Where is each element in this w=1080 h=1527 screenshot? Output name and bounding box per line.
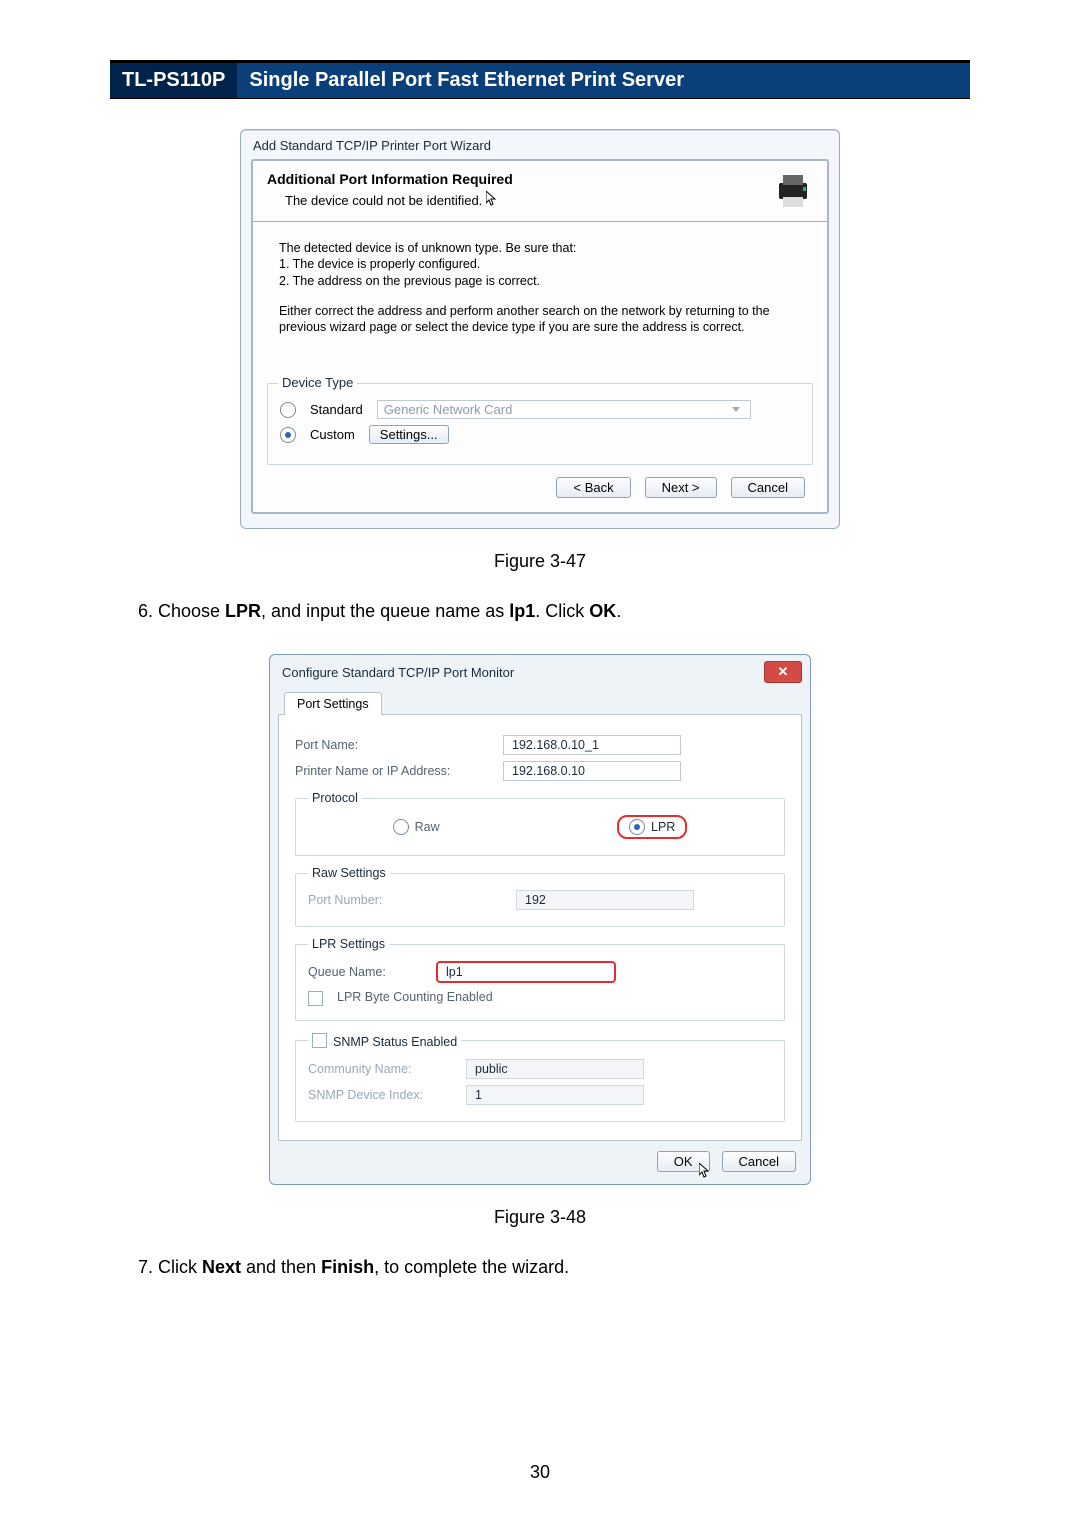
model-badge: TL-PS110P [110,63,237,98]
standard-select: Generic Network Card [377,400,751,419]
snmp-checkbox[interactable] [312,1033,327,1048]
cancel-button[interactable]: Cancel [731,477,805,498]
community-field: public [466,1059,644,1079]
raw-settings-group: Raw Settings Port Number: 192 [295,866,785,927]
port-settings-panel: Port Name: 192.168.0.10_1 Printer Name o… [278,715,802,1141]
device-type-legend: Device Type [278,375,357,390]
port-monitor-dialog: Configure Standard TCP/IP Port Monitor ✕… [269,654,811,1185]
step-6: Choose LPR, and input the queue name as … [158,598,970,626]
lpr-settings-group: LPR Settings Queue Name: lp1 LPR Byte Co… [295,937,785,1021]
settings-button[interactable]: Settings... [369,425,449,444]
cursor-arrow-icon [699,1163,711,1177]
wizard-footer: < Back Next > Cancel [253,477,827,512]
protocol-legend: Protocol [308,791,362,805]
page-number: 30 [0,1462,1080,1483]
queue-name-field[interactable]: lp1 [436,961,616,983]
wizard-dialog: Add Standard TCP/IP Printer Port Wizard … [240,129,840,529]
protocol-group: Protocol Raw LPR [295,791,785,856]
lpr-highlight: LPR [617,815,687,839]
snmp-legend: SNMP Status Enabled [308,1031,461,1049]
raw-label: Raw [415,820,440,834]
port-name-field[interactable]: 192.168.0.10_1 [503,735,681,755]
wizard-heading: Additional Port Information Required [267,171,513,187]
next-button[interactable]: Next > [645,477,717,498]
raw-port-field: 192 [516,890,694,910]
tab-strip: Port Settings [278,691,802,715]
snmp-index-label: SNMP Device Index: [308,1088,458,1102]
radio-custom[interactable] [280,427,296,443]
chevron-down-icon [732,407,740,412]
cancel-button-2[interactable]: Cancel [722,1151,796,1172]
doc-header: TL-PS110P Single Parallel Port Fast Ethe… [110,63,970,98]
community-label: Community Name: [308,1062,458,1076]
snmp-group: SNMP Status Enabled Community Name: publ… [295,1031,785,1122]
lpr-byte-checkbox[interactable] [308,991,323,1006]
radio-standard[interactable] [280,402,296,418]
radio-lpr[interactable] [629,819,645,835]
dialog-title: Configure Standard TCP/IP Port Monitor [282,665,514,680]
snmp-index-field: 1 [466,1085,644,1105]
step-7: Click Next and then Finish, to complete … [158,1254,970,1282]
wizard-body: The detected device is of unknown type. … [253,222,827,357]
raw-port-label: Port Number: [308,893,508,907]
wizard-header: Additional Port Information Required The… [253,161,827,222]
step-6-list: Choose LPR, and input the queue name as … [110,598,970,626]
doc-title: Single Parallel Port Fast Ethernet Print… [237,63,970,98]
ip-address-field[interactable]: 192.168.0.10 [503,761,681,781]
device-type-group: Device Type Standard Generic Network Car… [267,383,813,465]
lpr-byte-label: LPR Byte Counting Enabled [337,990,493,1004]
figure-2-caption: Figure 3-48 [110,1207,970,1228]
close-button[interactable]: ✕ [764,661,802,683]
bullet-1: 1. The device is properly configured. [279,256,801,272]
tab-port-settings[interactable]: Port Settings [284,692,382,715]
lpr-settings-legend: LPR Settings [308,937,389,951]
bullet-2: 2. The address on the previous page is c… [279,273,801,289]
queue-name-label: Queue Name: [308,965,428,979]
standard-label: Standard [310,402,363,417]
step-7-list: Click Next and then Finish, to complete … [110,1254,970,1282]
lpr-label: LPR [651,820,675,834]
raw-settings-legend: Raw Settings [308,866,390,880]
instruction-paragraph: Either correct the address and perform a… [279,303,801,336]
dialog-titlebar: Configure Standard TCP/IP Port Monitor ✕ [270,655,810,683]
wizard-title: Add Standard TCP/IP Printer Port Wizard [241,130,839,153]
ok-button[interactable]: OK [657,1151,710,1172]
printer-icon [773,171,813,211]
cursor-arrow-icon [486,191,498,205]
figure-1: Add Standard TCP/IP Printer Port Wizard … [240,129,840,529]
be-sure-line: The detected device is of unknown type. … [279,240,801,256]
port-name-label: Port Name: [295,738,495,752]
close-icon: ✕ [778,664,789,680]
top-rule-2 [110,98,970,99]
custom-label: Custom [310,427,355,442]
radio-raw[interactable] [393,819,409,835]
figure-1-caption: Figure 3-47 [110,551,970,572]
back-button[interactable]: < Back [556,477,630,498]
wizard-subheading: The device could not be identified. [285,191,513,208]
ip-address-label: Printer Name or IP Address: [295,764,495,778]
